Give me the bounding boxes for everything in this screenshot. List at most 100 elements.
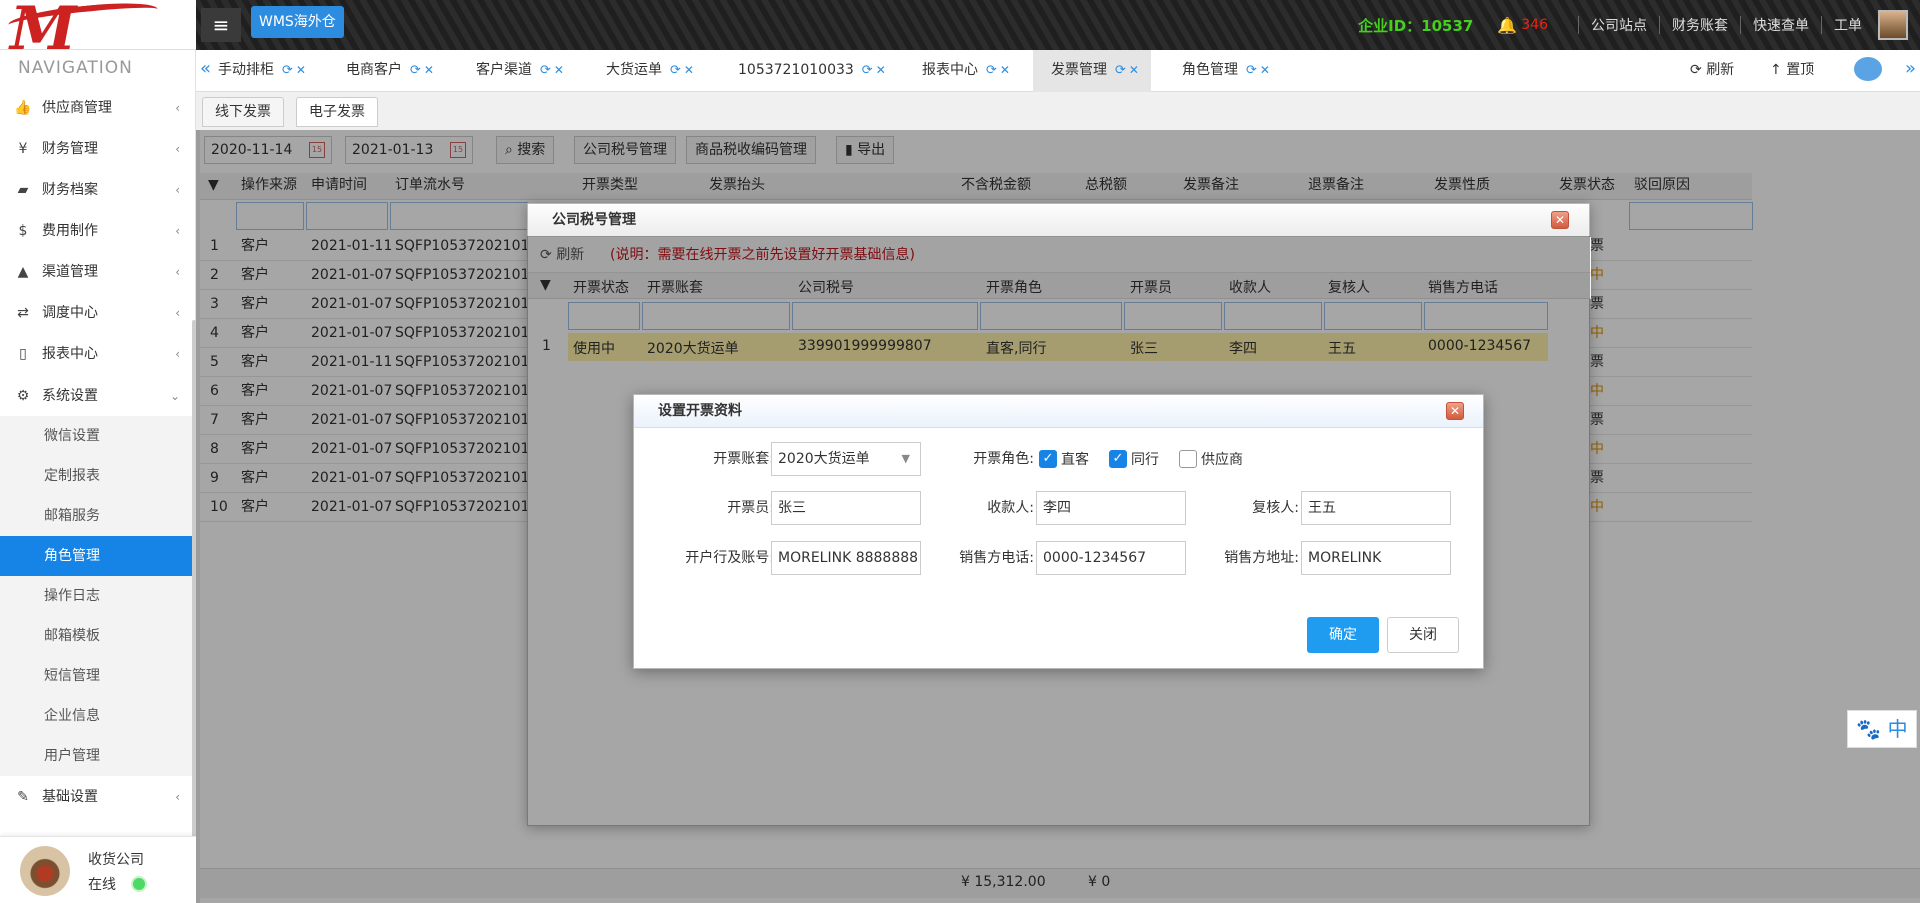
sidebar-item-fees[interactable]: $ 费用制作 ‹	[0, 211, 192, 251]
reviewer-input[interactable]: 王五	[1301, 491, 1451, 525]
navigation-title: NAVIGATION	[18, 58, 133, 78]
invoice-settings-dialog: 设置开票资料 ✕ 开票账套: 2020大货运单 ▼ 开票角色: ✓ 直客 ✓ 同…	[633, 394, 1484, 669]
role-checkbox-direct[interactable]: ✓	[1039, 450, 1057, 468]
menu-toggle-button[interactable]: ≡	[201, 8, 241, 42]
sidebar-subitem-wechat[interactable]: 微信设置	[0, 416, 192, 456]
payee-input[interactable]: 李四	[1036, 491, 1186, 525]
sidebar-subitem-sms[interactable]: 短信管理	[0, 656, 192, 696]
subtab-electronic-invoice[interactable]: 电子发票	[296, 97, 378, 127]
sidebar-subitem-custom-report[interactable]: 定制报表	[0, 456, 192, 496]
sidebar-subitem-enterprise-info[interactable]: 企业信息	[0, 696, 192, 736]
refresh-icon[interactable]: ⟳	[862, 63, 873, 78]
chevron-left-icon: ‹	[175, 224, 180, 238]
close-icon[interactable]: ✕	[876, 63, 886, 77]
top-link-finance-account[interactable]: 财务账套	[1672, 15, 1728, 35]
top-right-bar: 企业ID：10537 🔔 346 公司站点 财务账套 快速查单 工单	[1358, 0, 1908, 50]
sidebar-item-reports[interactable]: ▯ 报表中心 ‹	[0, 334, 192, 374]
chevron-left-icon: ‹	[175, 790, 180, 804]
close-icon[interactable]: ✕	[684, 63, 694, 77]
sidebar-subitem-operation-log[interactable]: 操作日志	[0, 576, 192, 616]
address-label: 销售方地址:	[1224, 550, 1299, 566]
sidebar-subitem-mail-service[interactable]: 邮箱服务	[0, 496, 192, 536]
refresh-icon[interactable]: ⟳	[410, 63, 421, 78]
role-checkbox-supplier[interactable]	[1179, 450, 1197, 468]
gear-icon: ⚙	[16, 388, 30, 404]
sidebar-item-finance[interactable]: ¥ 财务管理 ‹	[0, 129, 192, 169]
account-select[interactable]: 2020大货运单 ▼	[771, 442, 921, 476]
top-link-company-site[interactable]: 公司站点	[1591, 15, 1647, 35]
refresh-icon[interactable]: ⟳	[986, 63, 997, 78]
chevron-down-icon: ⌄	[169, 389, 180, 403]
top-link-work-order[interactable]: 工单	[1834, 15, 1862, 35]
bank-label: 开户行及账号:	[685, 550, 774, 566]
tab-role-management[interactable]: 角色管理 ⟳ ✕	[1174, 50, 1278, 92]
sidebar-item-finance-archive[interactable]: ▰ 财务档案 ‹	[0, 170, 192, 210]
sidebar-subitem-mail-template[interactable]: 邮箱模板	[0, 616, 192, 656]
sidebar-item-system-settings[interactable]: ⚙ 系统设置 ⌄	[0, 376, 192, 416]
tab-client-channel[interactable]: 客户渠道 ⟳ ✕	[468, 50, 572, 92]
close-icon[interactable]: ✕	[1446, 402, 1464, 420]
notification-count[interactable]: 346	[1521, 17, 1548, 33]
refresh-icon[interactable]: ⟳	[282, 63, 293, 78]
tab-order-number[interactable]: 1053721010033 ⟳ ✕	[730, 50, 894, 92]
close-icon[interactable]: ✕	[296, 63, 306, 77]
tabs-pin-top-button[interactable]: ↑ 置顶	[1770, 50, 1814, 92]
sidebar-item-dispatch[interactable]: ⇄ 调度中心 ‹	[0, 293, 192, 333]
close-icon[interactable]: ✕	[1551, 211, 1569, 229]
bell-icon[interactable]: 🔔	[1497, 16, 1517, 35]
book-icon: ▰	[17, 182, 29, 198]
sidebar-subitem-user-management[interactable]: 用户管理	[0, 736, 192, 776]
subtab-offline-invoice[interactable]: 线下发票	[202, 97, 284, 127]
chevron-left-icon: ‹	[175, 306, 180, 320]
chevron-left-icon: ‹	[175, 101, 180, 115]
role-label-peer: 同行	[1131, 452, 1159, 468]
close-icon[interactable]: ✕	[554, 63, 564, 77]
close-button[interactable]: 关闭	[1387, 617, 1459, 653]
tab-report-center[interactable]: 报表中心 ⟳ ✕	[914, 50, 1018, 92]
top-link-quick-search[interactable]: 快速查单	[1753, 15, 1809, 35]
tabs-refresh-button[interactable]: ⟳ 刷新	[1690, 50, 1734, 92]
tab-bulk-waybill[interactable]: 大货运单 ⟳ ✕	[598, 50, 702, 92]
role-label-direct: 直客	[1061, 452, 1089, 468]
user-status: 在线	[88, 877, 116, 893]
tab-ecommerce-client[interactable]: 电商客户 ⟳ ✕	[338, 50, 442, 92]
chat-icon[interactable]	[1854, 57, 1882, 81]
role-checkbox-peer[interactable]: ✓	[1109, 450, 1127, 468]
clerk-input[interactable]: 张三	[771, 491, 921, 525]
close-icon[interactable]: ✕	[1260, 63, 1270, 77]
retweet-icon: ⇄	[17, 305, 29, 321]
refresh-icon[interactable]: ⟳	[670, 63, 681, 78]
sidebar-item-basic-settings[interactable]: ✎ 基础设置 ‹	[0, 777, 192, 817]
chevron-left-icon: ‹	[175, 265, 180, 279]
account-label: 开票账套:	[713, 451, 774, 467]
arrow-up-icon: ↑	[1770, 62, 1787, 78]
user-avatar[interactable]	[1878, 10, 1908, 40]
yen-icon: ¥	[18, 141, 28, 157]
sidebar-item-supplier[interactable]: 👍 供应商管理 ‹	[0, 88, 192, 128]
refresh-icon[interactable]: ⟳	[540, 63, 551, 78]
refresh-icon[interactable]: ⟳	[1115, 63, 1126, 78]
wms-badge-button[interactable]: WMS海外仓	[251, 6, 344, 38]
caret-down-icon: ▼	[901, 452, 910, 465]
avatar[interactable]	[20, 846, 70, 896]
tab-manual-container[interactable]: 手动排柜 ⟳ ✕	[210, 50, 314, 92]
refresh-icon: ⟳	[1690, 62, 1707, 78]
tabs-scroll-right-icon[interactable]: »	[1905, 58, 1916, 79]
address-input[interactable]: MORELINK	[1301, 541, 1451, 575]
file-icon: ▯	[19, 346, 27, 362]
close-icon[interactable]: ✕	[1129, 63, 1139, 77]
ime-indicator[interactable]: 🐾 中	[1847, 710, 1917, 748]
confirm-button[interactable]: 确定	[1307, 617, 1379, 653]
online-dot-icon	[133, 878, 145, 890]
sidebar-item-channel[interactable]: ▲ 渠道管理 ‹	[0, 252, 192, 292]
tab-invoice-management[interactable]: 发票管理 ⟳ ✕	[1033, 50, 1151, 92]
close-icon[interactable]: ✕	[424, 63, 434, 77]
chevron-left-icon: ‹	[175, 183, 180, 197]
sidebar-subitem-role-management[interactable]: 角色管理	[0, 536, 192, 576]
dialog-title: 公司税号管理	[528, 204, 1589, 237]
chevron-left-icon: ‹	[175, 347, 180, 361]
close-icon[interactable]: ✕	[1000, 63, 1010, 77]
refresh-icon[interactable]: ⟳	[1246, 63, 1257, 78]
reviewer-label: 复核人:	[1252, 500, 1299, 516]
user-name: 收货公司	[88, 852, 144, 868]
